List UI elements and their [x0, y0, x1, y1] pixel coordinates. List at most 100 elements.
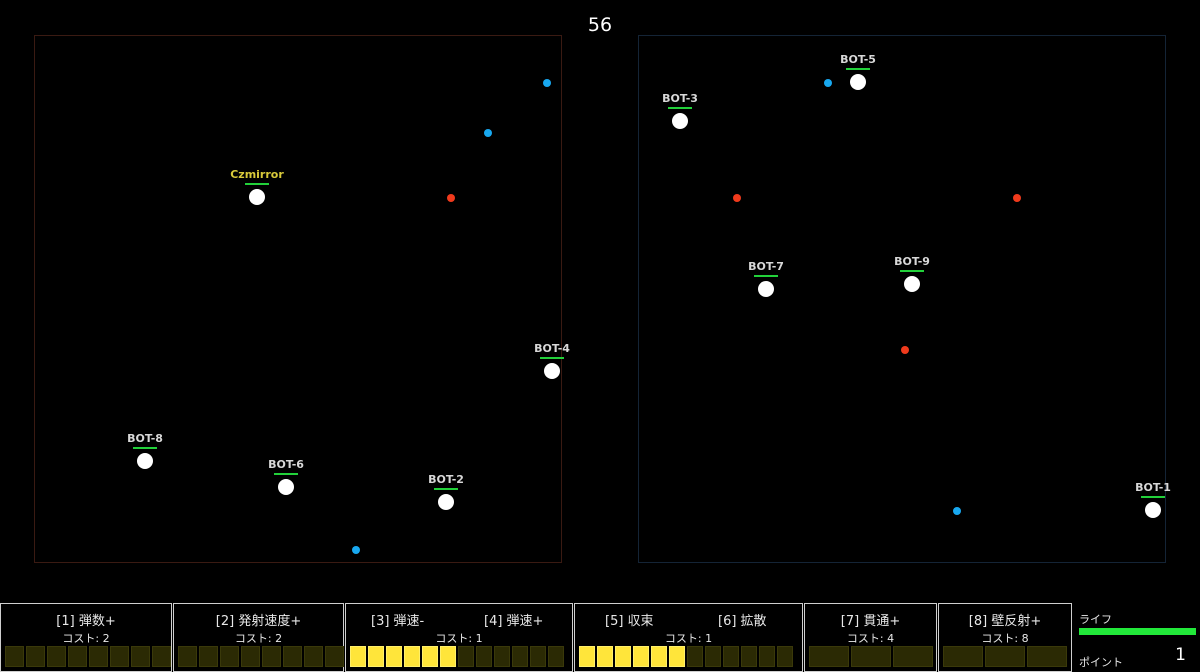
upgrade-level-cell	[5, 646, 24, 667]
health-bar	[245, 183, 269, 185]
upgrade-level-bar	[178, 646, 344, 667]
upgrade-level-cell	[386, 646, 402, 667]
bot-name: BOT-5	[840, 53, 876, 66]
bot-avatar	[438, 494, 454, 510]
health-bar	[133, 447, 157, 449]
upgrade-level-cell	[178, 646, 197, 667]
bullet	[733, 194, 741, 202]
upgrade-level-cell	[220, 646, 239, 667]
bullet	[484, 129, 492, 137]
upgrade-cost: コスト: 2	[234, 632, 283, 645]
upgrade-label-plus: [4] 弾速+	[484, 614, 544, 629]
upgrade-spread[interactable]: [5] 収束 [6] 拡散 コスト: 1	[574, 603, 803, 672]
upgrade-level-cell	[494, 646, 510, 667]
upgrade-level-cell	[199, 646, 218, 667]
bullet	[352, 546, 360, 554]
upgrade-level-cell	[705, 646, 721, 667]
upgrade-label: [7] 貫通+	[840, 614, 901, 629]
upgrade-level-cell	[633, 646, 649, 667]
bot-name: BOT-7	[748, 260, 784, 273]
upgrade-level-cell	[1027, 646, 1067, 667]
upgrade-level-cell	[809, 646, 849, 667]
upgrade-level-cell	[47, 646, 66, 667]
upgrade-pierce[interactable]: [7] 貫通+ コスト: 4	[804, 603, 937, 672]
upgrade-level-cell	[597, 646, 613, 667]
points-value: 1	[1175, 645, 1186, 665]
upgrade-label: [8] 壁反射+	[968, 614, 1042, 629]
upgrade-level-cell	[152, 646, 171, 667]
bullet	[447, 194, 455, 202]
upgrade-level-cell	[651, 646, 667, 667]
bullet	[953, 507, 961, 515]
player-name: Czmirror	[230, 168, 284, 181]
health-bar	[668, 107, 692, 109]
upgrade-level-cell	[893, 646, 933, 667]
upgrade-level-cell	[512, 646, 528, 667]
health-bar	[274, 473, 298, 475]
upgrade-cost: コスト: 2	[62, 632, 110, 645]
upgrade-level-cell	[404, 646, 420, 667]
health-bar	[434, 488, 458, 490]
upgrade-level-cell	[985, 646, 1025, 667]
upgrade-level-cell	[350, 646, 366, 667]
bot-name: BOT-8	[127, 432, 163, 445]
upgrade-level-bar	[579, 646, 793, 667]
upgrade-level-cell	[304, 646, 323, 667]
health-bar	[754, 275, 778, 277]
upgrade-level-cell	[476, 646, 492, 667]
bullet	[543, 79, 551, 87]
life-label: ライフ	[1079, 613, 1112, 626]
upgrade-fire-rate[interactable]: [2] 発射速度+ コスト: 2	[173, 603, 344, 672]
points-label: ポイント	[1079, 656, 1123, 669]
upgrade-hud: [1] 弾数+ コスト: 2 [2] 発射速度+ コスト: 2 [3] 弾速- …	[0, 603, 1200, 672]
bot-name: BOT-1	[1135, 481, 1171, 494]
upgrade-level-cell	[325, 646, 344, 667]
status-panel: ライフ ポイント 1	[1073, 603, 1200, 672]
upgrade-level-cell	[368, 646, 384, 667]
upgrade-label: [1] 弾数+	[56, 614, 116, 629]
upgrade-level-bar	[5, 646, 171, 667]
bot-avatar	[904, 276, 920, 292]
bot-avatar	[1145, 502, 1161, 518]
bullet	[901, 346, 909, 354]
round-timer: 56	[587, 14, 613, 36]
upgrade-level-cell	[422, 646, 438, 667]
upgrade-level-cell	[851, 646, 891, 667]
upgrade-level-cell	[458, 646, 474, 667]
upgrade-level-cell	[741, 646, 757, 667]
health-bar	[900, 270, 924, 272]
upgrade-level-cell	[530, 646, 546, 667]
upgrade-level-cell	[615, 646, 631, 667]
bot-name: BOT-6	[268, 458, 304, 471]
upgrade-level-cell	[283, 646, 302, 667]
upgrade-level-cell	[26, 646, 45, 667]
bullet	[1013, 194, 1021, 202]
upgrade-level-cell	[440, 646, 456, 667]
upgrade-wall-bounce[interactable]: [8] 壁反射+ コスト: 8	[938, 603, 1072, 672]
upgrade-level-cell	[68, 646, 87, 667]
upgrade-level-cell	[548, 646, 564, 667]
bot-avatar	[278, 479, 294, 495]
upgrade-level-cell	[89, 646, 108, 667]
upgrade-level-cell	[110, 646, 129, 667]
upgrade-level-cell	[579, 646, 595, 667]
upgrade-level-cell	[723, 646, 739, 667]
player-avatar	[249, 189, 265, 205]
bot-avatar	[137, 453, 153, 469]
health-bar	[540, 357, 564, 359]
bot-name: BOT-4	[534, 342, 570, 355]
upgrade-level-cell	[759, 646, 775, 667]
upgrade-cost: コスト: 4	[846, 632, 895, 645]
health-bar	[1141, 496, 1165, 498]
upgrade-bullet-speed[interactable]: [3] 弾速- [4] 弾速+ コスト: 1	[345, 603, 573, 672]
upgrade-label: [2] 発射速度+	[215, 614, 302, 629]
upgrade-label-minus: [3] 弾速-	[371, 614, 425, 629]
upgrade-level-cell	[262, 646, 281, 667]
upgrade-level-cell	[943, 646, 983, 667]
upgrade-level-cell	[241, 646, 260, 667]
arena-right	[638, 35, 1166, 563]
upgrade-level-cell	[131, 646, 150, 667]
upgrade-bullet-count[interactable]: [1] 弾数+ コスト: 2	[0, 603, 172, 672]
upgrade-level-cell	[669, 646, 685, 667]
bot-avatar	[544, 363, 560, 379]
